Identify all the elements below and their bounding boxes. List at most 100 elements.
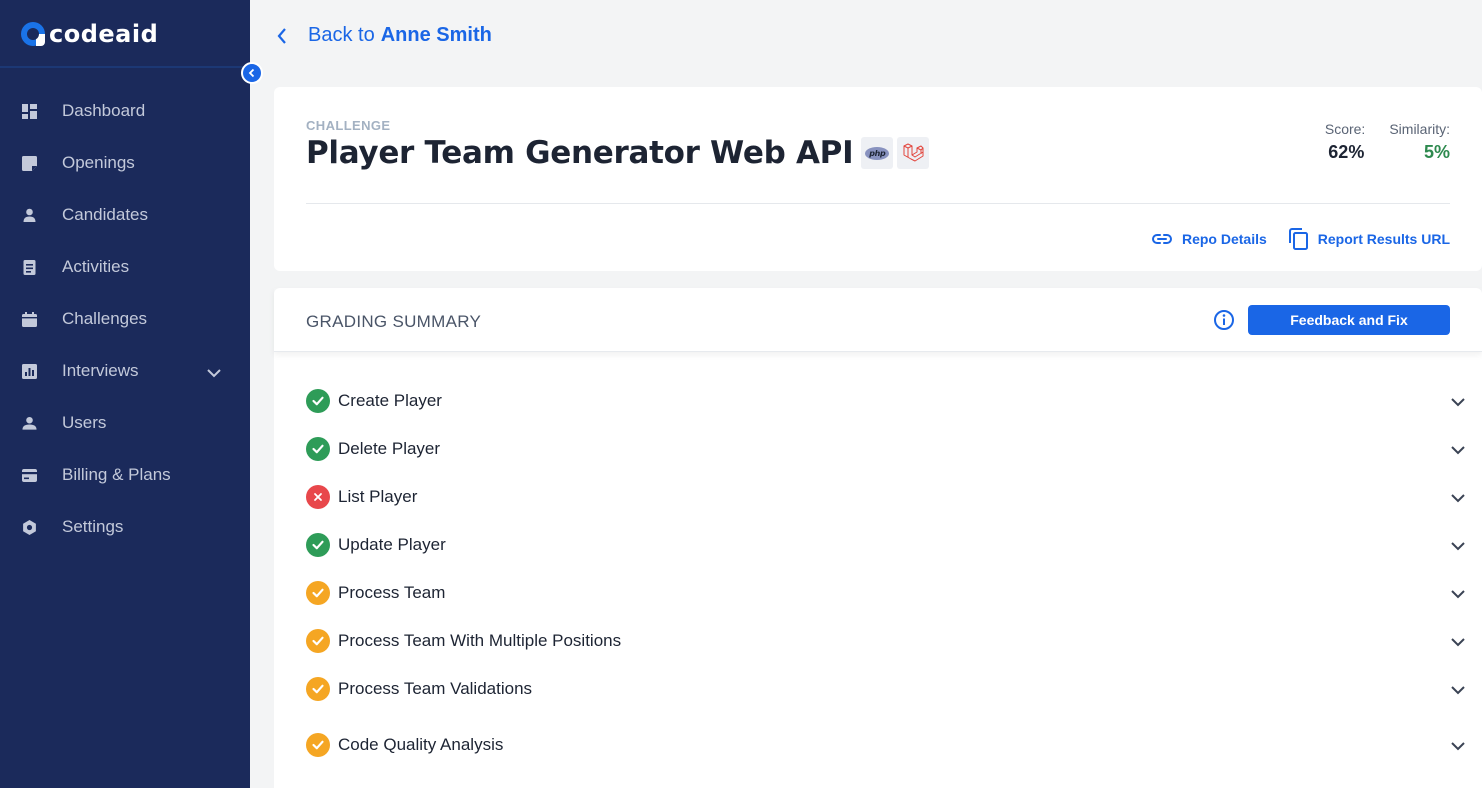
sidebar-item-label: Challenges	[62, 309, 148, 328]
note-icon	[22, 155, 37, 171]
challenge-title-text: Player Team Generator Web API	[306, 135, 854, 171]
repo-details-link[interactable]: Repo Details	[1151, 231, 1267, 247]
sidebar-nav: Dashboard Openings Candidates Activities…	[0, 85, 250, 553]
check-icon	[306, 677, 330, 701]
sidebar-item-openings[interactable]: Openings	[0, 137, 250, 189]
stats: Score: 62% Similarity: 5%	[1325, 121, 1450, 163]
logo-text: codeaid	[49, 20, 159, 48]
sidebar-item-label: Interviews	[62, 361, 139, 380]
score-label: Score:	[1324, 121, 1366, 137]
logo-icon	[21, 22, 45, 46]
sidebar-item-label: Billing & Plans	[62, 465, 171, 484]
grading-summary-title: GRADING SUMMARY	[306, 312, 482, 331]
document-icon	[22, 259, 37, 275]
sidebar-item-interviews[interactable]: Interviews	[0, 345, 250, 397]
grading-item-label: Process Team	[338, 583, 446, 602]
sidebar-divider	[0, 66, 250, 68]
check-icon	[306, 533, 330, 557]
info-icon[interactable]	[1213, 309, 1235, 336]
chevron-down-icon[interactable]	[1450, 738, 1466, 756]
grading-item[interactable]: Process Team With Multiple Positions	[274, 617, 1482, 665]
chevron-down-icon[interactable]	[1450, 586, 1466, 604]
link-icon	[1151, 234, 1172, 244]
chevron-down-icon[interactable]	[1450, 634, 1466, 652]
grading-item[interactable]: Update Player	[274, 521, 1482, 569]
challenge-card: CHALLENGE Player Team Generator Web API …	[274, 87, 1482, 271]
challenge-kicker: CHALLENGE	[306, 118, 391, 133]
sidebar-item-label: Openings	[62, 153, 135, 172]
grading-item[interactable]: Create Player	[274, 377, 1482, 425]
sidebar-item-activities[interactable]: Activities	[0, 241, 250, 293]
laravel-badge	[897, 137, 930, 169]
logo[interactable]: codeaid	[21, 20, 158, 48]
sidebar-item-settings[interactable]: Settings	[0, 501, 250, 553]
check-icon	[306, 389, 330, 413]
grading-item-label: List Player	[338, 487, 418, 506]
php-badge: php	[861, 137, 894, 169]
back-link-prefix: Back to	[308, 24, 375, 46]
similarity-stat: Similarity: 5%	[1389, 121, 1450, 163]
close-icon	[306, 485, 330, 509]
grading-item-label: Code Quality Analysis	[338, 735, 504, 754]
chevron-down-icon[interactable]	[1450, 682, 1466, 700]
calendar-icon	[22, 311, 37, 327]
score-value: 62%	[1328, 142, 1365, 162]
grading-item[interactable]: Process Team Validations	[274, 665, 1482, 713]
gear-icon	[22, 519, 37, 535]
grading-item-label: Update Player	[338, 535, 446, 554]
chevron-down-icon[interactable]	[1450, 490, 1466, 508]
chevron-left-icon	[248, 68, 255, 78]
sidebar: codeaid Dashboard Openings Candidates Ac…	[0, 0, 250, 788]
grading-item[interactable]: Delete Player	[274, 425, 1482, 473]
check-icon	[306, 733, 330, 757]
card-divider	[306, 203, 1450, 204]
grading-item[interactable]: Process Team	[274, 569, 1482, 617]
sidebar-item-candidates[interactable]: Candidates	[0, 189, 250, 241]
similarity-value: 5%	[1423, 142, 1450, 162]
grading-item-label: Process Team Validations	[338, 679, 533, 698]
grading-summary-card: GRADING SUMMARY Feedback and Fix Create …	[274, 288, 1482, 788]
php-icon: php	[865, 146, 890, 160]
users-icon	[22, 416, 37, 431]
chevron-down-icon[interactable]	[1450, 538, 1466, 556]
laravel-icon	[903, 143, 924, 162]
sidebar-item-label: Candidates	[62, 205, 149, 224]
grading-item[interactable]: Code Quality Analysis	[274, 721, 1482, 769]
sidebar-item-label: Activities	[62, 257, 130, 276]
check-icon	[306, 581, 330, 605]
sidebar-item-label: Settings	[62, 517, 124, 536]
report-results-url-label: Report Results URL	[1317, 231, 1450, 247]
chevron-down-icon[interactable]	[1450, 394, 1466, 412]
sidebar-item-challenges[interactable]: Challenges	[0, 293, 250, 345]
sidebar-item-label: Users	[62, 413, 107, 432]
challenge-title: Player Team Generator Web API php	[306, 135, 930, 171]
chevron-left-icon	[276, 27, 288, 45]
dashboard-icon	[22, 103, 37, 119]
repo-details-label: Repo Details	[1181, 231, 1267, 247]
sidebar-item-billing[interactable]: Billing & Plans	[0, 449, 250, 501]
sidebar-item-users[interactable]: Users	[0, 397, 250, 449]
challenge-links: Repo Details Report Results URL	[1151, 228, 1450, 250]
sidebar-item-dashboard[interactable]: Dashboard	[0, 85, 250, 137]
card-icon	[22, 468, 37, 483]
grading-summary-header: GRADING SUMMARY Feedback and Fix	[274, 288, 1482, 352]
grading-item-label: Delete Player	[338, 439, 441, 458]
sidebar-item-label: Dashboard	[62, 101, 146, 120]
feedback-and-fix-button[interactable]: Feedback and Fix	[1248, 305, 1450, 335]
sidebar-collapse-button[interactable]	[241, 62, 263, 84]
chart-icon	[22, 363, 37, 379]
grading-item-label: Process Team With Multiple Positions	[338, 631, 622, 650]
grading-item-label: Create Player	[338, 391, 442, 410]
check-icon	[306, 437, 330, 461]
report-results-url-link[interactable]: Report Results URL	[1288, 228, 1450, 250]
similarity-label: Similarity:	[1389, 121, 1450, 137]
copy-icon	[1288, 228, 1308, 250]
back-link[interactable]: Back to Anne Smith	[276, 24, 492, 47]
person-icon	[22, 208, 37, 223]
score-stat: Score: 62%	[1325, 121, 1365, 163]
back-link-name: Anne Smith	[380, 24, 492, 46]
grading-item[interactable]: List Player	[274, 473, 1482, 521]
check-icon	[306, 629, 330, 653]
chevron-down-icon[interactable]	[206, 363, 222, 383]
chevron-down-icon[interactable]	[1450, 442, 1466, 460]
